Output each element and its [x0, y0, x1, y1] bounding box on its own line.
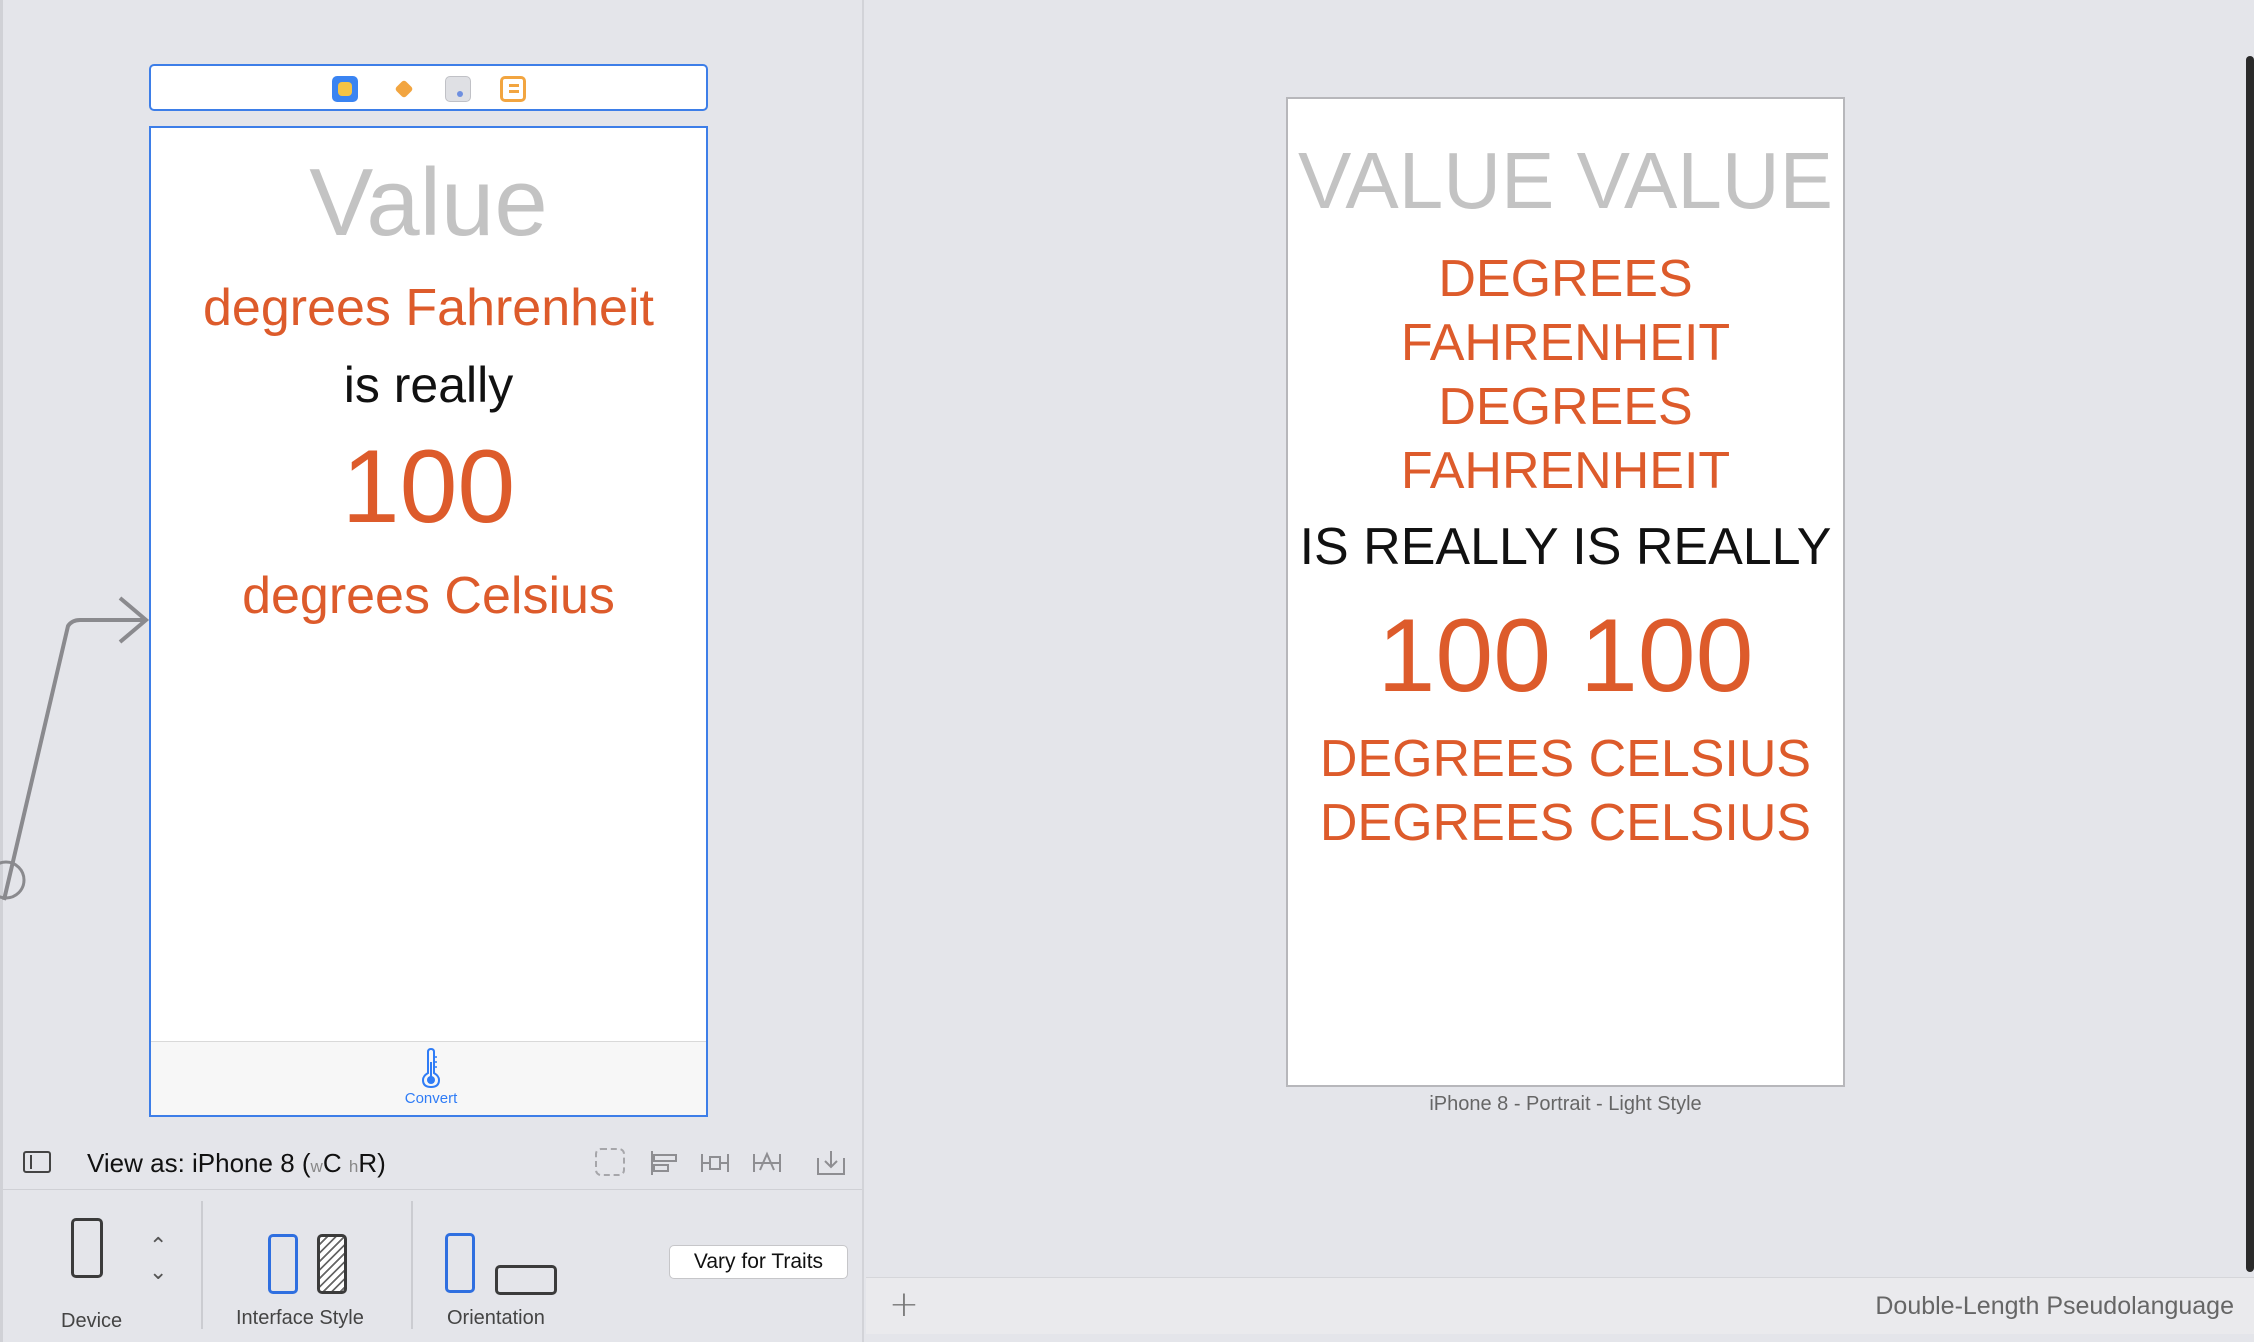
- exit-icon[interactable]: [445, 76, 471, 102]
- preview-number-label: 100 100: [1377, 598, 1754, 714]
- preview-footer: + Double-Length Pseudolanguage: [866, 1277, 2254, 1334]
- preview-fahrenheit-line: DEGREES: [1438, 378, 1693, 436]
- storyboard-canvas[interactable]: Value degrees Fahrenheit is really 100 d…: [0, 0, 864, 1342]
- scene-dock[interactable]: [149, 64, 708, 111]
- preview-caption: iPhone 8 - Portrait - Light Style: [1429, 1093, 1702, 1115]
- vary-for-traits-button[interactable]: Vary for Traits: [669, 1245, 848, 1279]
- device-phone-icon[interactable]: [71, 1218, 103, 1278]
- view-controller-scene[interactable]: Value degrees Fahrenheit is really 100 d…: [149, 126, 708, 1117]
- embed-in-icon[interactable]: [815, 1148, 847, 1178]
- value-label[interactable]: Value: [151, 148, 706, 258]
- is-really-label[interactable]: is really: [151, 356, 706, 414]
- portrait-orientation-icon[interactable]: [445, 1233, 475, 1293]
- dark-style-icon[interactable]: [317, 1234, 347, 1294]
- align-icon[interactable]: [648, 1148, 680, 1178]
- preview-fahrenheit-line: FAHRENHEIT: [1400, 442, 1731, 500]
- tab-label: Convert: [404, 1090, 458, 1107]
- width-class-prefix: w: [310, 1157, 323, 1176]
- device-label: Device: [61, 1310, 123, 1332]
- document-outline-toggle-icon[interactable]: [23, 1151, 51, 1173]
- divider: [201, 1201, 203, 1329]
- first-responder-icon[interactable]: [391, 76, 417, 102]
- update-frames-icon[interactable]: [595, 1148, 625, 1176]
- view-as-bar: View as: iPhone 8 (wC hR): [3, 1136, 862, 1190]
- add-preview-device-button[interactable]: +: [886, 1287, 922, 1324]
- preview-celsius-label: DEGREES CELSIUS DEGREES CELSIUS: [1288, 727, 1843, 855]
- width-class: C: [322, 1148, 342, 1178]
- preview-fahrenheit-line: DEGREES: [1438, 250, 1693, 308]
- traits-bar: ⌃ ⌄ Device Interface Style Orientation Va…: [3, 1191, 862, 1342]
- view-as-suffix: ): [377, 1148, 386, 1178]
- preview-celsius-line: DEGREES CELSIUS: [1319, 730, 1812, 788]
- tab-bar[interactable]: Convert: [151, 1041, 706, 1115]
- view-as-prefix: View as: iPhone 8 (: [87, 1148, 311, 1178]
- segue-arrow-icon[interactable]: [0, 590, 150, 910]
- add-constraints-icon[interactable]: [699, 1148, 731, 1178]
- tab-convert[interactable]: Convert: [401, 1048, 461, 1112]
- preview-value-label: VALUE VALUE: [1297, 136, 1834, 225]
- preview-device-frame: VALUE VALUE DEGREES FAHRENHEIT DEGREES F…: [1286, 97, 1845, 1087]
- thermometer-icon: [421, 1048, 441, 1088]
- interface-style-label: Interface Style: [236, 1307, 364, 1329]
- preview-is-really-label: IS REALLY IS REALLY: [1299, 518, 1832, 576]
- view-as-label[interactable]: View as: iPhone 8 (wC hR): [87, 1148, 386, 1179]
- preview-fahrenheit-label: DEGREES FAHRENHEIT DEGREES FAHRENHEIT: [1288, 247, 1843, 503]
- device-stepper-icon[interactable]: ⌃ ⌄: [149, 1233, 167, 1285]
- height-class-prefix: h: [348, 1157, 359, 1176]
- preview-language-select[interactable]: Double-Length Pseudolanguage: [1875, 1292, 2234, 1321]
- divider: [411, 1201, 413, 1329]
- preview-celsius-line: DEGREES CELSIUS: [1319, 794, 1812, 852]
- landscape-orientation-icon[interactable]: [495, 1265, 557, 1295]
- storyboard-segue-icon[interactable]: [500, 76, 526, 102]
- resolve-auto-layout-icon[interactable]: [751, 1148, 783, 1178]
- preview-fahrenheit-line: FAHRENHEIT: [1400, 314, 1731, 372]
- light-style-icon[interactable]: [268, 1234, 298, 1294]
- celsius-label[interactable]: degrees Celsius: [151, 566, 706, 626]
- height-class: R: [358, 1148, 378, 1178]
- celsius-value-label[interactable]: 100: [151, 428, 706, 547]
- view-controller-icon[interactable]: [332, 76, 358, 102]
- orientation-label: Orientation: [447, 1307, 545, 1329]
- scrollbar-thumb[interactable]: [2246, 56, 2254, 1272]
- fahrenheit-label[interactable]: degrees Fahrenheit: [151, 278, 706, 338]
